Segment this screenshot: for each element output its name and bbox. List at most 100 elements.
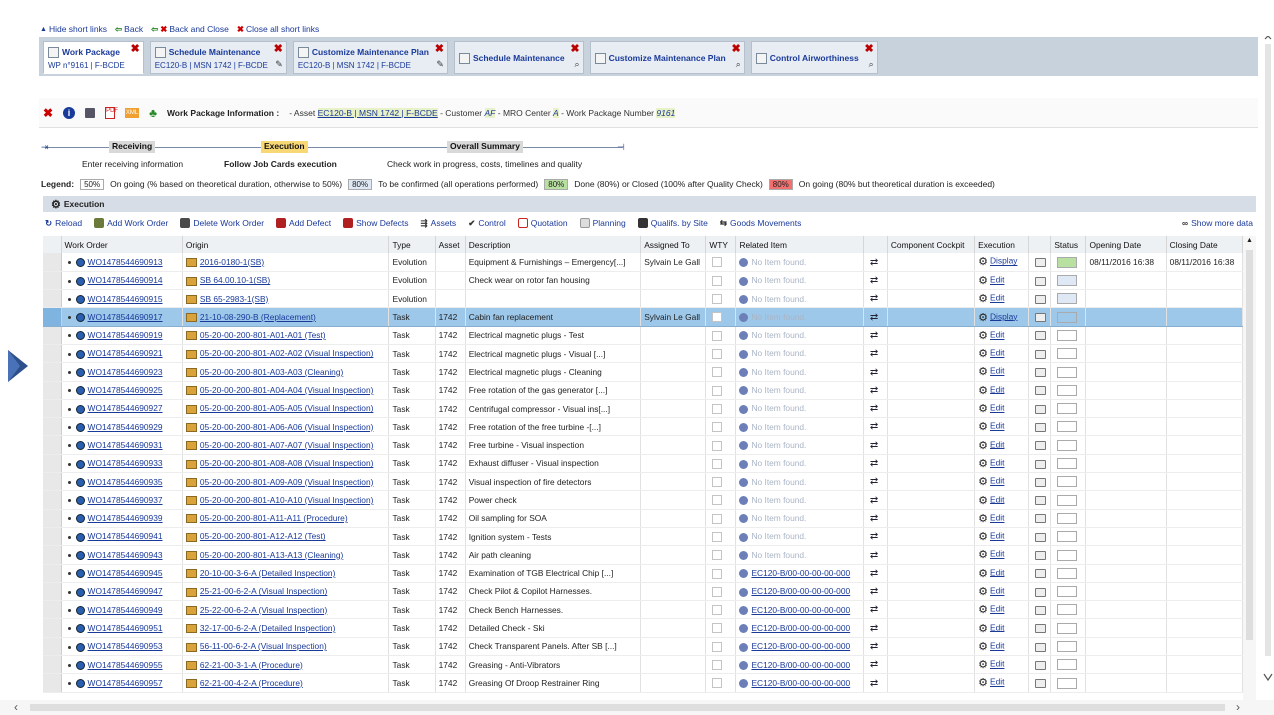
- origin-link[interactable]: 05-20-00-200-801-A13-A13 (Cleaning): [200, 550, 343, 560]
- row-header[interactable]: [43, 435, 62, 455]
- row-header[interactable]: [43, 582, 62, 602]
- page-horizontal-scrollbar[interactable]: ‹ ›: [0, 700, 1274, 715]
- origin-link[interactable]: 56-11-00-6-2-A (Visual Inspection): [200, 641, 327, 651]
- column-header[interactable]: [1028, 236, 1052, 253]
- execution-link[interactable]: Edit: [990, 366, 1004, 376]
- wty-checkbox[interactable]: [712, 586, 723, 597]
- step-overall-summary[interactable]: Overall Summary: [447, 141, 523, 153]
- tab-work-package[interactable]: Work Package WP n°9161 | F-BCDE ✖: [43, 41, 144, 74]
- link-arrows-icon[interactable]: ⇄: [870, 348, 878, 359]
- execution-link[interactable]: Edit: [990, 384, 1004, 394]
- origin-link[interactable]: SB 65-2983-1(SB): [200, 294, 268, 304]
- reload-button[interactable]: ↻ Reload: [45, 218, 82, 229]
- info-icon[interactable]: i: [63, 106, 76, 119]
- origin-link[interactable]: 05-20-00-200-801-A11-A11 (Procedure): [200, 513, 348, 523]
- wty-checkbox[interactable]: [712, 495, 723, 506]
- tab-control-airworthiness[interactable]: Control Airworthiness ✖ ⌕: [750, 41, 878, 74]
- row-header[interactable]: [43, 564, 62, 583]
- origin-link[interactable]: 05-20-00-200-801-A08-A08 (Visual Inspect…: [200, 458, 374, 468]
- wty-checkbox[interactable]: [712, 330, 723, 341]
- table-row[interactable]: WO1478544690914 SB 64.00.10-1(SB) Evolutio…: [43, 271, 1243, 291]
- execution-link[interactable]: Edit: [990, 476, 1004, 486]
- scroll-up-icon[interactable]: ▲: [1246, 237, 1253, 244]
- wty-checkbox[interactable]: [712, 641, 723, 652]
- grid-vertical-scrollbar[interactable]: ▲: [1243, 236, 1256, 700]
- printer-icon[interactable]: [1035, 422, 1047, 432]
- magnifier-icon[interactable]: ⌕: [869, 59, 874, 70]
- related-item-link[interactable]: EC120-B/00-00-00-00-000: [751, 568, 850, 578]
- table-row[interactable]: WO1478544690931 05-20-00-200-801-A07-A07 …: [43, 435, 1243, 455]
- table-row[interactable]: WO1478544690921 05-20-00-200-801-A02-A02 …: [43, 344, 1243, 364]
- wty-checkbox[interactable]: [712, 458, 723, 469]
- link-arrows-icon[interactable]: ⇄: [870, 367, 878, 378]
- printer-icon[interactable]: [1035, 258, 1047, 268]
- table-row[interactable]: WO1478544690955 62-21-00-3-1-A (Procedure…: [43, 655, 1243, 675]
- origin-link[interactable]: 05-20-00-200-801-A10-A10 (Visual Inspect…: [200, 495, 374, 505]
- assets-button[interactable]: ⇶ Assets: [421, 218, 457, 229]
- related-item-link[interactable]: EC120-B/00-00-00-00-000: [751, 641, 850, 651]
- printer-icon[interactable]: [1035, 349, 1047, 359]
- execution-link[interactable]: Edit: [990, 458, 1004, 468]
- column-header[interactable]: Related Item: [735, 236, 864, 253]
- printer-icon[interactable]: [1035, 404, 1047, 414]
- printer-icon[interactable]: [1035, 368, 1047, 378]
- row-header[interactable]: [43, 399, 62, 419]
- row-header[interactable]: [43, 344, 62, 364]
- planning-button[interactable]: Planning: [579, 218, 626, 228]
- printer-icon[interactable]: [1035, 569, 1047, 579]
- save-icon[interactable]: [85, 107, 96, 118]
- wty-checkbox[interactable]: [712, 294, 723, 305]
- wty-checkbox[interactable]: [712, 477, 723, 488]
- printer-icon[interactable]: [1035, 386, 1047, 396]
- link-arrows-icon[interactable]: ⇄: [870, 641, 878, 652]
- execution-link[interactable]: Edit: [990, 293, 1004, 303]
- wty-checkbox[interactable]: [712, 403, 723, 414]
- work-order-link[interactable]: WO1478544690933: [88, 458, 163, 468]
- execution-link[interactable]: Display: [990, 256, 1017, 266]
- row-header[interactable]: [43, 381, 62, 400]
- origin-link[interactable]: 05-20-00-200-801-A04-A04 (Visual Inspect…: [200, 385, 374, 395]
- scroll-left-icon[interactable]: ‹: [14, 700, 18, 714]
- wty-checkbox[interactable]: [712, 440, 723, 451]
- column-header[interactable]: Assigned To: [640, 236, 707, 253]
- printer-icon[interactable]: [1035, 496, 1047, 506]
- link-arrows-icon[interactable]: ⇄: [870, 531, 878, 542]
- wty-checkbox[interactable]: [712, 531, 723, 542]
- execution-link[interactable]: Edit: [990, 513, 1004, 523]
- wty-checkbox[interactable]: [712, 550, 723, 561]
- link-arrows-icon[interactable]: ⇄: [870, 604, 878, 615]
- tab-close-icon[interactable]: ✖: [732, 44, 741, 55]
- link-arrows-icon[interactable]: ⇄: [870, 586, 878, 597]
- origin-link[interactable]: 32-17-00-6-2-A (Detailed Inspection): [200, 623, 335, 633]
- printer-icon[interactable]: [1035, 660, 1047, 670]
- row-header[interactable]: [43, 289, 62, 309]
- row-header[interactable]: [43, 362, 62, 382]
- link-arrows-icon[interactable]: ⇄: [870, 550, 878, 561]
- wty-checkbox[interactable]: [712, 312, 723, 323]
- delete-work-order-button[interactable]: Delete Work Order: [180, 218, 264, 228]
- execution-link[interactable]: Edit: [990, 348, 1004, 358]
- row-header[interactable]: [43, 472, 62, 492]
- show-defects-button[interactable]: Show Defects: [343, 218, 409, 228]
- workflow-icon[interactable]: ♣: [149, 106, 157, 120]
- add-work-order-button[interactable]: Add Work Order: [94, 218, 168, 228]
- link-arrows-icon[interactable]: ⇄: [870, 659, 878, 670]
- work-order-link[interactable]: WO1478544690953: [88, 641, 163, 651]
- printer-icon[interactable]: [1035, 605, 1047, 615]
- related-item-link[interactable]: EC120-B/00-00-00-00-000: [751, 605, 850, 615]
- execution-link[interactable]: Edit: [990, 421, 1004, 431]
- table-row[interactable]: WO1478544690937 05-20-00-200-801-A10-A10 …: [43, 490, 1243, 510]
- printer-icon[interactable]: [1035, 276, 1047, 286]
- work-order-link[interactable]: WO1478544690914: [88, 275, 163, 285]
- link-arrows-icon[interactable]: ⇄: [870, 440, 878, 451]
- page-scroll-thumb[interactable]: [1265, 44, 1271, 656]
- table-row[interactable]: WO1478544690947 25-21-00-6-2-A (Visual In…: [43, 582, 1243, 602]
- work-order-link[interactable]: WO1478544690921: [88, 348, 163, 358]
- tab-close-icon[interactable]: ✖: [131, 44, 140, 55]
- row-header[interactable]: [43, 454, 62, 474]
- work-order-link[interactable]: WO1478544690927: [88, 403, 163, 413]
- scroll-right-icon[interactable]: ›: [1236, 700, 1240, 714]
- column-header[interactable]: WTY: [705, 236, 737, 253]
- work-order-link[interactable]: WO1478544690949: [88, 605, 163, 615]
- printer-icon[interactable]: [1035, 313, 1047, 323]
